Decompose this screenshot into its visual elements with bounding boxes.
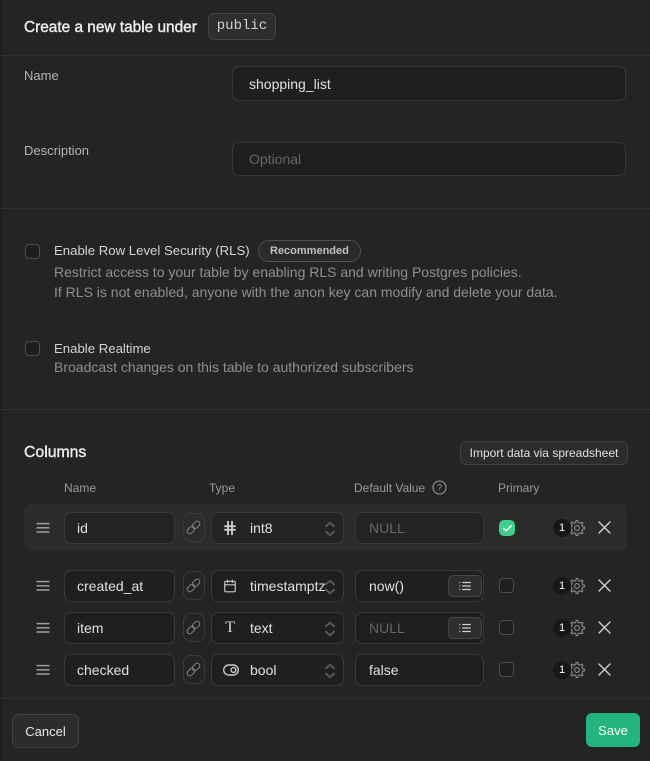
svg-text:?: ? — [437, 483, 442, 493]
